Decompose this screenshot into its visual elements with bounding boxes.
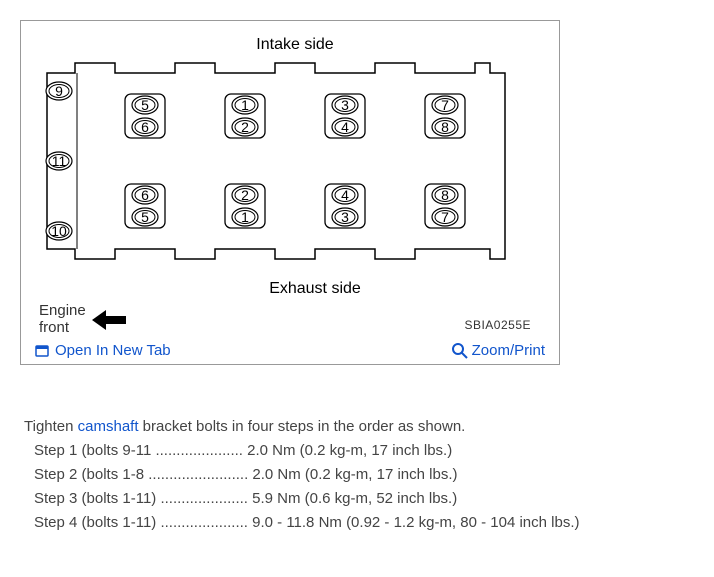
bolt-1: 1 bbox=[241, 97, 249, 113]
bolt-6: 6 bbox=[141, 119, 149, 135]
step-4: Step 4 (bolts 1-11) ....................… bbox=[24, 511, 694, 535]
camshaft-link[interactable]: camshaft bbox=[78, 418, 139, 435]
step-1: Step 1 (bolts 9-11 .....................… bbox=[24, 439, 694, 463]
step-3: Step 3 (bolts 1-11) ....................… bbox=[24, 487, 694, 511]
engine-front-label: Engine front bbox=[39, 303, 126, 336]
bolt-9: 9 bbox=[55, 83, 63, 99]
open-new-tab-link[interactable]: Open In New Tab bbox=[35, 342, 171, 359]
bolt-5: 5 bbox=[141, 97, 149, 113]
bolt-6: 6 bbox=[141, 187, 149, 203]
instructions-block: Tighten camshaft bracket bolts in four s… bbox=[20, 415, 694, 535]
bolt-2: 2 bbox=[241, 119, 249, 135]
bolt-8: 8 bbox=[441, 119, 449, 135]
exhaust-label: Exhaust side bbox=[269, 280, 361, 297]
arrow-left-icon bbox=[92, 310, 126, 330]
zoom-print-link[interactable]: Zoom/Print bbox=[452, 342, 545, 359]
bolt-7: 7 bbox=[441, 209, 449, 225]
open-icon bbox=[35, 344, 51, 358]
intake-label: Intake side bbox=[256, 36, 333, 53]
reference-code: SBIA0255E bbox=[464, 318, 531, 332]
step-2: Step 2 (bolts 1-8 ......................… bbox=[24, 463, 694, 487]
bolt-7: 7 bbox=[441, 97, 449, 113]
bolt-8: 8 bbox=[441, 187, 449, 203]
bolt-3: 3 bbox=[341, 209, 349, 225]
bolt-11: 11 bbox=[52, 153, 67, 169]
diagram-toolbar: Open In New Tab Zoom/Print bbox=[31, 342, 549, 359]
diagram-frame: Intake side Exhaust side 91110 56123478 … bbox=[20, 20, 560, 365]
instructions-intro: Tighten camshaft bracket bolts in four s… bbox=[24, 415, 694, 439]
bolt-10: 10 bbox=[51, 223, 67, 239]
bolt-3: 3 bbox=[341, 97, 349, 113]
bolt-5: 5 bbox=[141, 209, 149, 225]
bolt-2: 2 bbox=[241, 187, 249, 203]
camshaft-diagram: Intake side Exhaust side 91110 56123478 … bbox=[35, 31, 545, 301]
bolt-4: 4 bbox=[341, 187, 349, 203]
zoom-icon bbox=[452, 343, 468, 359]
bolt-4: 4 bbox=[341, 119, 349, 135]
bolt-1: 1 bbox=[241, 209, 249, 225]
